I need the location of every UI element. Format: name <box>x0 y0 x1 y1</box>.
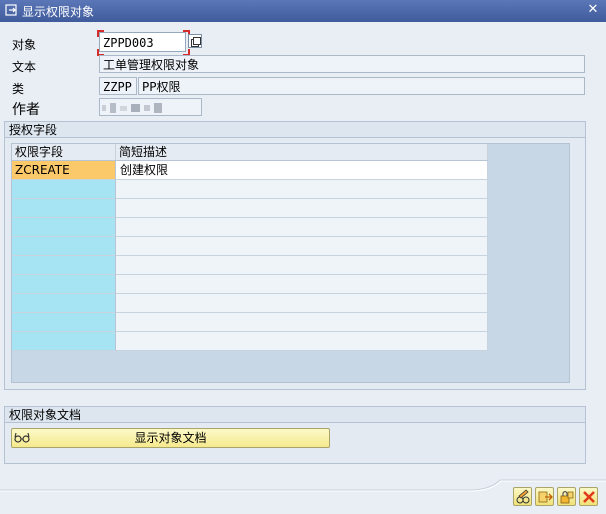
column-header-field[interactable]: 权限字段 <box>12 144 116 160</box>
close-icon[interactable]: ✕ <box>586 3 600 17</box>
table-cell-field[interactable] <box>12 199 116 218</box>
edit-button[interactable] <box>513 487 532 506</box>
table-row[interactable] <box>12 332 488 351</box>
auth-fields-title: 授权字段 <box>5 122 585 138</box>
table-cell-field[interactable]: ZCREATE <box>12 161 116 180</box>
text-field: 工单管理权限对象 <box>99 55 585 73</box>
table-cell-description[interactable] <box>116 199 488 218</box>
lock-icon <box>560 490 574 504</box>
table-cell-description[interactable]: 创建权限 <box>116 161 488 180</box>
window-title: 显示权限对象 <box>22 5 95 19</box>
author-label: 作者 <box>12 102 40 118</box>
table-row[interactable] <box>12 294 488 313</box>
redacted-author <box>102 103 162 113</box>
table-cell-field[interactable] <box>12 218 116 237</box>
show-object-doc-label: 显示对象文档 <box>134 431 207 445</box>
table-row[interactable] <box>12 313 488 332</box>
cancel-button[interactable] <box>579 487 598 506</box>
table-cell-description[interactable] <box>116 218 488 237</box>
window-icon <box>5 4 17 16</box>
table-row[interactable] <box>12 256 488 275</box>
table-cell-description[interactable] <box>116 275 488 294</box>
table-cell-description[interactable] <box>116 237 488 256</box>
class-label: 类 <box>12 82 25 96</box>
table-cell-field[interactable] <box>12 294 116 313</box>
table-cell-field[interactable] <box>12 332 116 351</box>
table-row[interactable]: ZCREATE 创建权限 <box>12 161 488 180</box>
table-cell-field[interactable] <box>12 237 116 256</box>
lock-button[interactable] <box>557 487 576 506</box>
class-name-field: PP权限 <box>138 77 585 95</box>
table-row[interactable] <box>12 275 488 294</box>
author-field <box>99 98 202 116</box>
table-row[interactable] <box>12 218 488 237</box>
column-header-description[interactable]: 简短描述 <box>116 144 488 160</box>
table-cell-field[interactable] <box>12 180 116 199</box>
transport-button[interactable] <box>535 487 554 506</box>
copy-icon[interactable] <box>188 34 202 48</box>
table-cell-description[interactable] <box>116 180 488 199</box>
table-cell-field[interactable] <box>12 275 116 294</box>
table-row[interactable] <box>12 199 488 218</box>
object-label: 对象 <box>12 38 37 52</box>
table-header: 权限字段 简短描述 <box>12 144 488 161</box>
window-title-bar: 显示权限对象 ✕ <box>0 0 606 22</box>
object-field[interactable]: ZPPD003 <box>99 32 186 52</box>
table-cell-field[interactable] <box>12 256 116 275</box>
table-row[interactable] <box>12 237 488 256</box>
documentation-title: 权限对象文档 <box>5 407 585 423</box>
cancel-x-icon <box>583 491 595 503</box>
field-focus-corner <box>97 30 104 37</box>
table-cell-description[interactable] <box>116 294 488 313</box>
table-cell-description[interactable] <box>116 332 488 351</box>
class-code-field: ZZPP <box>99 77 137 95</box>
table-row[interactable] <box>12 180 488 199</box>
text-label: 文本 <box>12 60 37 74</box>
table-cell-description[interactable] <box>116 313 488 332</box>
edit-pencil-icon <box>516 489 530 504</box>
table-cell-field[interactable] <box>12 313 116 332</box>
glasses-icon <box>14 432 30 443</box>
auth-fields-table: 权限字段 简短描述 ZCREATE 创建权限 <box>11 143 570 383</box>
show-object-doc-button[interactable]: 显示对象文档 <box>11 428 330 448</box>
table-cell-description[interactable] <box>116 256 488 275</box>
transport-icon <box>538 491 553 503</box>
